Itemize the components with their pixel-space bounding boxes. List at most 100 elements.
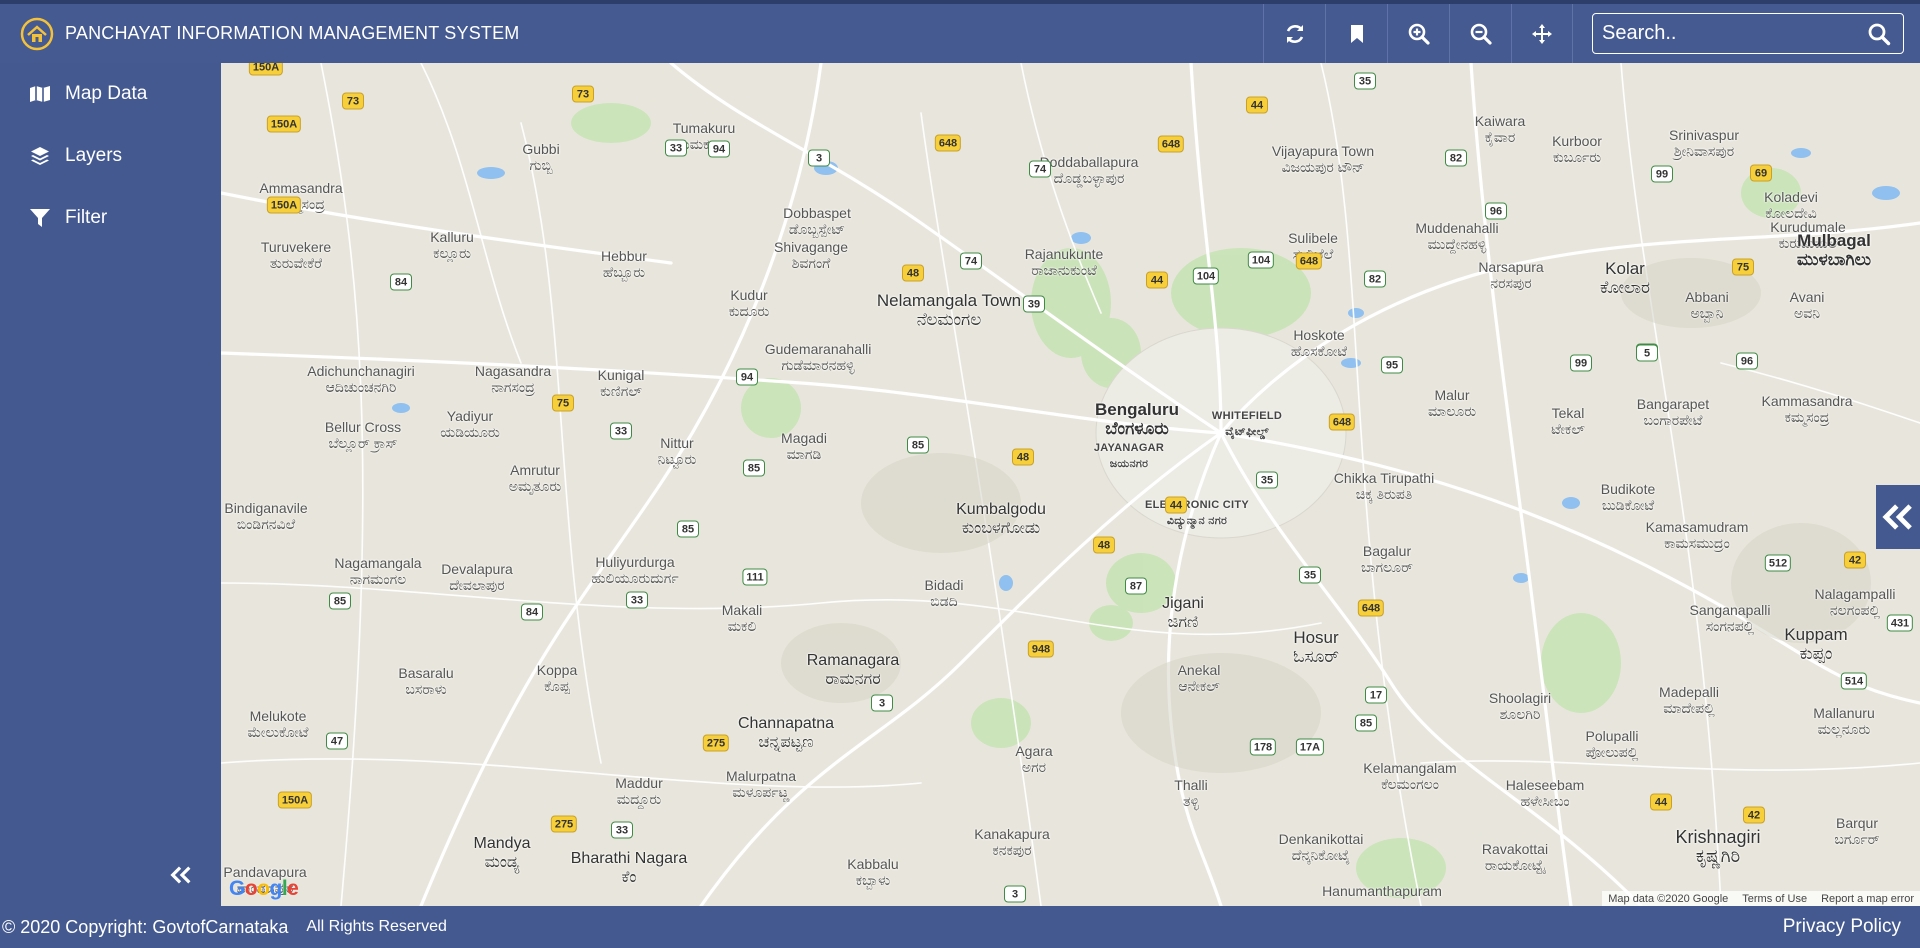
pan-button[interactable] xyxy=(1511,4,1573,63)
highway-shield: 87 xyxy=(1125,577,1147,595)
highway-shield: 85 xyxy=(907,436,929,454)
place-name-en: Avani xyxy=(1789,289,1825,305)
map-base-layer xyxy=(221,63,1920,906)
refresh-button[interactable] xyxy=(1263,4,1325,63)
place-name-en: Bindiganavile xyxy=(224,500,308,516)
highway-shield: 111 xyxy=(742,568,768,586)
place-name-en: Thalli xyxy=(1174,777,1208,793)
highway-shield: 44 xyxy=(1246,96,1268,114)
highway-shield: 33 xyxy=(610,422,632,440)
google-logo: Google xyxy=(229,877,299,900)
sidebar-item-map-data[interactable]: Map Data xyxy=(0,63,221,125)
place-name-en: Kalluru xyxy=(430,229,474,245)
copyright-text: © 2020 Copyright: GovtofCarnataka xyxy=(2,916,289,937)
place-name-kn: ಗುಡೆಮಾರನಹಳ್ಳಿ xyxy=(781,357,855,373)
place-name-kn: ಕೊಪ್ಪ xyxy=(544,678,570,694)
place-name-kn: ಅಬ್ಬಾನಿ xyxy=(1690,305,1724,321)
place-name-en: Channapatna xyxy=(737,715,835,732)
place-name-en: Kumbalgodu xyxy=(956,501,1046,518)
privacy-policy-link[interactable]: Privacy Policy xyxy=(1783,916,1901,938)
place-name-kn: ಓಸೂರ್ xyxy=(1293,647,1339,666)
sidebar-item-layers[interactable]: Layers xyxy=(0,125,221,187)
footer: © 2020 Copyright: GovtofCarnataka All Ri… xyxy=(0,906,1920,948)
search-input[interactable] xyxy=(1593,22,1861,45)
highway-shield: 44 xyxy=(1650,793,1672,811)
refresh-icon xyxy=(1286,24,1303,43)
place-name-kn: ಕುಪ್ಪಂ xyxy=(1799,644,1833,663)
map-place-label: Nagasandra ನಾಗಸಂದ್ರ xyxy=(475,363,551,395)
map-place-label: Adichunchanagiri ಆದಿಚುಂಚನಗಿರಿ xyxy=(307,363,414,395)
place-name-en: Nalagampalli xyxy=(1814,586,1896,602)
place-name-en: Kelamangalam xyxy=(1363,760,1457,776)
map-place-label: Kelamangalam ಕೆಲಮಂಗಲಂ xyxy=(1363,760,1456,792)
place-name-en: Jigani xyxy=(1162,595,1204,612)
zoom-out-icon xyxy=(1470,23,1492,45)
place-name-en: Agara xyxy=(1015,743,1053,759)
place-name-kn: ಮಂಡ್ಯ xyxy=(484,854,520,871)
search-icon xyxy=(1868,23,1891,45)
highway-shield: 514 xyxy=(1840,672,1868,690)
rights-text: All Rights Reserved xyxy=(306,918,447,935)
place-name-en: Nagasandra xyxy=(474,363,552,379)
place-name-en: Sulibele xyxy=(1288,230,1338,246)
place-name-kn: ಮಾದೇಪಲ್ಲಿ xyxy=(1663,700,1715,716)
place-name-kn: ಕಾಮಸಮುದ್ರಂ xyxy=(1664,535,1730,551)
highway-shield: 85 xyxy=(1355,714,1377,732)
double-chevron-left-icon xyxy=(170,866,191,884)
highway-shield: 84 xyxy=(521,603,543,621)
place-name-kn: ರಾಜಾನುಕುಂಟೆ xyxy=(1031,262,1097,278)
place-name-en: Hoskote xyxy=(1293,327,1345,343)
highway-shield: 648 xyxy=(1328,413,1356,431)
map-district-label: JAYANAGAR ಜಯನಗರ xyxy=(1094,440,1164,472)
place-name-en: Hanumanthapuram xyxy=(1322,883,1442,899)
place-name-en: Sanganapalli xyxy=(1689,602,1771,618)
district-name-en: JAYANAGAR xyxy=(1093,442,1165,454)
place-name-en: Nelamangala Town xyxy=(876,291,1022,310)
map-view[interactable]: Bengaluru ಬೆಂಗಳೂರು JAYANAGAR ಜಯನಗರ WHITEF… xyxy=(221,63,1920,906)
highway-shield: 94 xyxy=(736,368,758,386)
collapse-sidebar-button[interactable] xyxy=(164,858,198,892)
highway-shield: 512 xyxy=(1764,554,1792,572)
place-name-en: Madepalli xyxy=(1659,684,1719,700)
sidebar: Map Data Layers Filter xyxy=(0,63,221,906)
place-name-en: Bagalur xyxy=(1362,543,1412,559)
highway-shield: 648 xyxy=(934,134,962,152)
place-name-kn: ಮುದ್ದೇನಹಳ್ಳಿ xyxy=(1427,236,1487,252)
place-name-en: Bharathi Nagara xyxy=(570,850,688,867)
layers-icon xyxy=(31,147,49,165)
place-name-kn: ಕೆಂ xyxy=(621,869,637,886)
place-name-kn: ದೇವಲಾಪುರ xyxy=(449,577,505,593)
highway-shield: 3 xyxy=(808,149,830,167)
place-name-en: Kunigal xyxy=(597,367,645,383)
district-name-kn: ವೈಟ್‌ಫೀಲ್ಡ್ xyxy=(1225,426,1269,438)
map-place-label: Nalagampalli ನಲಗಂಪಲ್ಲಿ xyxy=(1815,586,1896,618)
search-button[interactable] xyxy=(1861,16,1897,52)
highway-shield: 648 xyxy=(1295,252,1323,270)
place-name-kn: ಹೊಸಕೋಟೆ xyxy=(1290,343,1348,359)
place-name-kn: ಹುಲಿಯೂರುದುರ್ಗ xyxy=(591,570,679,586)
place-name-kn: ನಾಗಸಂದ್ರ xyxy=(491,379,535,395)
highway-shield: 948 xyxy=(1027,640,1055,658)
place-name-en: Makali xyxy=(721,602,763,618)
bookmark-button[interactable] xyxy=(1325,4,1387,63)
expand-right-panel-button[interactable] xyxy=(1876,485,1920,549)
place-name-kn: ಬಂಗಾರಪೇಟೆ xyxy=(1643,412,1703,428)
zoom-in-button[interactable] xyxy=(1387,4,1449,63)
place-name-en: Polupalli xyxy=(1585,728,1639,744)
place-name-en: Bidadi xyxy=(924,577,964,593)
place-name-kn: ಮುಳಬಾಗಿಲು xyxy=(1796,250,1872,269)
search-box xyxy=(1592,13,1904,54)
highway-shield: 84 xyxy=(390,273,412,291)
report-map-error-link[interactable]: Report a map error xyxy=(1821,893,1914,905)
map-place-label: Kaiwara ಕೈವಾರ xyxy=(1475,113,1526,145)
place-name-en: Dobbaspet xyxy=(783,205,851,221)
map-place-label: Madepalli ಮಾದೇಪಲ್ಲಿ xyxy=(1659,684,1719,716)
sidebar-item-filter[interactable]: Filter xyxy=(0,187,221,249)
map-place-label: Bangarapet ಬಂಗಾರಪೇಟೆ xyxy=(1637,396,1709,428)
map-place-label: Dobbaspet ಡೊಬ್ಬಸ್ಪೇಟ್ xyxy=(783,205,851,237)
terms-of-use-link[interactable]: Terms of Use xyxy=(1742,893,1807,905)
highway-shield: 17A xyxy=(1295,738,1325,756)
highway-shield: 48 xyxy=(1012,448,1034,466)
zoom-out-button[interactable] xyxy=(1449,4,1511,63)
place-name-kn: ರಾಯಕೋಟ್ಟೈ xyxy=(1484,857,1546,873)
